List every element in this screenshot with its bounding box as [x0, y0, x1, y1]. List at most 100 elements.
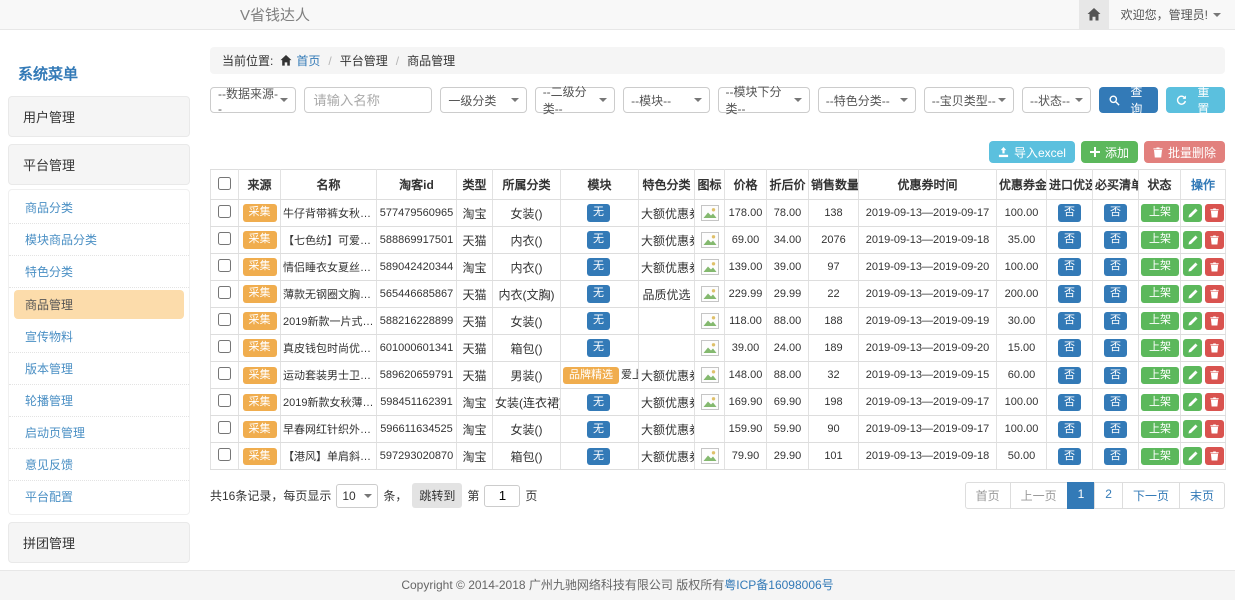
sidebar-item[interactable]: 商品管理: [14, 290, 184, 319]
status-badge[interactable]: 上架: [1141, 204, 1179, 221]
sidebar-item[interactable]: 宣传物料: [9, 321, 189, 353]
page-button[interactable]: 上一页: [1010, 482, 1068, 509]
add-button[interactable]: 添加: [1081, 141, 1138, 163]
must-buy-toggle[interactable]: 否: [1104, 367, 1127, 384]
row-checkbox[interactable]: [218, 448, 231, 461]
import-select-toggle[interactable]: 否: [1058, 421, 1081, 438]
row-checkbox[interactable]: [218, 421, 231, 434]
sidebar-group[interactable]: 平台管理: [8, 144, 190, 185]
status-select[interactable]: --状态--: [1022, 87, 1091, 113]
status-badge[interactable]: 上架: [1141, 312, 1179, 329]
must-buy-toggle[interactable]: 否: [1104, 312, 1127, 329]
sidebar-item[interactable]: 轮播管理: [9, 385, 189, 417]
search-button[interactable]: 查询: [1099, 87, 1158, 113]
must-buy-toggle[interactable]: 否: [1104, 339, 1127, 356]
edit-button[interactable]: [1183, 285, 1202, 303]
must-buy-toggle[interactable]: 否: [1104, 448, 1127, 465]
delete-button[interactable]: [1205, 204, 1224, 222]
import-select-toggle[interactable]: 否: [1058, 204, 1081, 221]
module-select[interactable]: --模块--: [623, 87, 709, 113]
row-checkbox[interactable]: [218, 367, 231, 380]
sidebar-item[interactable]: 版本管理: [9, 353, 189, 385]
row-checkbox[interactable]: [218, 313, 231, 326]
row-checkbox[interactable]: [218, 394, 231, 407]
row-checkbox[interactable]: [218, 205, 231, 218]
row-checkbox[interactable]: [218, 340, 231, 353]
status-badge[interactable]: 上架: [1141, 448, 1179, 465]
import-excel-button[interactable]: 导入excel: [989, 141, 1075, 163]
level1-category-select[interactable]: 一级分类: [440, 87, 526, 113]
jump-button[interactable]: 跳转到: [412, 483, 462, 508]
page-button[interactable]: 首页: [965, 482, 1011, 509]
edit-button[interactable]: [1183, 420, 1202, 438]
breadcrumb-home-link[interactable]: 首页: [296, 52, 320, 69]
item-type-select[interactable]: --宝贝类型--: [924, 87, 1014, 113]
must-buy-toggle[interactable]: 否: [1104, 231, 1127, 248]
delete-button[interactable]: [1205, 393, 1224, 411]
status-badge[interactable]: 上架: [1141, 258, 1179, 275]
edit-button[interactable]: [1183, 312, 1202, 330]
must-buy-toggle[interactable]: 否: [1104, 204, 1127, 221]
sidebar-item[interactable]: 特色分类: [9, 256, 189, 288]
sidebar-item[interactable]: 平台配置: [9, 481, 189, 512]
sidebar-item[interactable]: 意见反馈: [9, 449, 189, 481]
delete-button[interactable]: [1205, 366, 1224, 384]
page-number-input[interactable]: [484, 485, 520, 507]
row-checkbox[interactable]: [218, 259, 231, 272]
must-buy-toggle[interactable]: 否: [1104, 258, 1127, 275]
sidebar-group[interactable]: 用户管理: [8, 96, 190, 137]
status-badge[interactable]: 上架: [1141, 394, 1179, 411]
status-badge[interactable]: 上架: [1141, 367, 1179, 384]
edit-button[interactable]: [1183, 231, 1202, 249]
must-buy-toggle[interactable]: 否: [1104, 421, 1127, 438]
sidebar-item[interactable]: 启动页管理: [9, 417, 189, 449]
page-button[interactable]: 1: [1067, 482, 1096, 509]
edit-button[interactable]: [1183, 339, 1202, 357]
import-select-toggle[interactable]: 否: [1058, 367, 1081, 384]
import-select-toggle[interactable]: 否: [1058, 448, 1081, 465]
must-buy-toggle[interactable]: 否: [1104, 285, 1127, 302]
edit-button[interactable]: [1183, 393, 1202, 411]
edit-button[interactable]: [1183, 258, 1202, 276]
sidebar-group[interactable]: 拼团管理: [8, 522, 190, 563]
import-select-toggle[interactable]: 否: [1058, 312, 1081, 329]
delete-button[interactable]: [1205, 231, 1224, 249]
batch-delete-button[interactable]: 批量删除: [1144, 141, 1225, 163]
delete-button[interactable]: [1205, 258, 1224, 276]
select-all-checkbox[interactable]: [218, 177, 231, 190]
row-checkbox[interactable]: [218, 232, 231, 245]
delete-button[interactable]: [1205, 420, 1224, 438]
status-badge[interactable]: 上架: [1141, 339, 1179, 356]
row-checkbox[interactable]: [218, 286, 231, 299]
status-badge[interactable]: 上架: [1141, 285, 1179, 302]
level2-category-select[interactable]: --二级分类--: [535, 87, 615, 113]
page-button[interactable]: 下一页: [1122, 482, 1180, 509]
page-button[interactable]: 2: [1094, 482, 1123, 509]
sidebar-item[interactable]: 模块商品分类: [9, 224, 189, 256]
delete-button[interactable]: [1205, 312, 1224, 330]
icp-link[interactable]: 粤ICP备16098006号: [724, 578, 833, 592]
per-page-select[interactable]: 10: [336, 484, 378, 508]
import-select-toggle[interactable]: 否: [1058, 231, 1081, 248]
status-badge[interactable]: 上架: [1141, 231, 1179, 248]
import-select-toggle[interactable]: 否: [1058, 258, 1081, 275]
data-source-select[interactable]: --数据来源--: [210, 87, 296, 113]
name-search-input[interactable]: [304, 87, 432, 113]
delete-button[interactable]: [1205, 339, 1224, 357]
sidebar-item[interactable]: 商品分类: [9, 192, 189, 224]
edit-button[interactable]: [1183, 366, 1202, 384]
home-button[interactable]: [1079, 0, 1109, 29]
delete-button[interactable]: [1205, 447, 1224, 465]
edit-button[interactable]: [1183, 204, 1202, 222]
delete-button[interactable]: [1205, 285, 1224, 303]
module-sub-select[interactable]: --模块下分类--: [718, 87, 810, 113]
import-select-toggle[interactable]: 否: [1058, 285, 1081, 302]
edit-button[interactable]: [1183, 447, 1202, 465]
status-badge[interactable]: 上架: [1141, 421, 1179, 438]
user-menu[interactable]: 欢迎您，管理员!: [1109, 6, 1235, 23]
import-select-toggle[interactable]: 否: [1058, 394, 1081, 411]
reset-button[interactable]: 重置: [1166, 87, 1225, 113]
import-select-toggle[interactable]: 否: [1058, 339, 1081, 356]
feature-category-select[interactable]: --特色分类--: [818, 87, 916, 113]
must-buy-toggle[interactable]: 否: [1104, 394, 1127, 411]
